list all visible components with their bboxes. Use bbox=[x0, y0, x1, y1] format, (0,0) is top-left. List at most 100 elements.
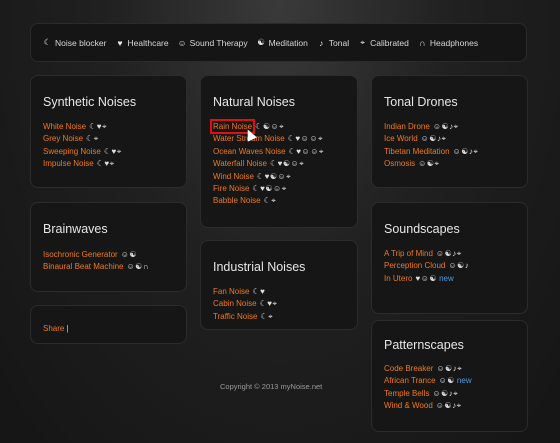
feature-icons: ☾♥☺☺⌖ bbox=[288, 146, 324, 156]
category-tonal[interactable]: ♪ Tonal bbox=[317, 38, 349, 48]
category-icon: ☺ bbox=[177, 37, 187, 48]
noise-link[interactable]: African Trance bbox=[384, 376, 436, 385]
noise-link[interactable]: Grey Noise bbox=[43, 134, 83, 143]
feature-icons: ☾♥☺☺⌖ bbox=[287, 134, 323, 144]
panel-title: Natural Noises bbox=[213, 95, 295, 109]
noise-link[interactable]: Temple Bells bbox=[384, 389, 429, 398]
feature-icons: ☺☯♪⌖ bbox=[436, 364, 463, 373]
patternscapes-list: Code Breaker ☺☯♪⌖ African Trance ☺☯ new Templ… bbox=[384, 363, 472, 413]
list-item: Water Stream Noise ☾♥☺☺⌖ bbox=[213, 133, 324, 145]
new-badge: new bbox=[439, 273, 454, 283]
category-label: Headphones bbox=[429, 37, 479, 48]
noise-link[interactable]: Waterfall Noise bbox=[213, 159, 267, 168]
list-item: Fire Noise ☾♥☯☺⌖ bbox=[213, 183, 324, 195]
list-item: Ocean Waves Noise ☾♥☺☺⌖ bbox=[213, 146, 324, 158]
category-icon: ⌖ bbox=[360, 37, 366, 47]
list-item: A Trip of Mind ☺☯♪⌖ bbox=[384, 248, 469, 260]
panel-title: Soundscapes bbox=[384, 222, 460, 236]
noise-link[interactable]: Impulse Noise bbox=[43, 159, 94, 168]
noise-link[interactable]: Sweeping Noise bbox=[43, 147, 101, 156]
noise-link[interactable]: In Utero bbox=[384, 274, 412, 283]
feature-icons: ☺☯♪⌖ bbox=[435, 401, 462, 411]
list-item: Babble Noise ☾⌖ bbox=[213, 195, 324, 207]
list-item: Fan Noise ☾♥ bbox=[213, 286, 278, 298]
category-calibrated[interactable]: ⌖ Calibrated bbox=[358, 37, 409, 48]
feature-icons: ☺☯ bbox=[120, 250, 138, 259]
list-item: Wind Noise ☾♥☯☺⌖ bbox=[213, 171, 324, 183]
feature-icons: ☺☯♪⌖ bbox=[452, 146, 479, 156]
feature-icons: ☺☯♪⌖ bbox=[435, 249, 462, 258]
soundscapes-panel: Soundscapes A Trip of Mind ☺☯♪⌖ Perception… bbox=[371, 202, 528, 314]
share-row: Share | bbox=[43, 324, 69, 333]
noise-link[interactable]: Babble Noise bbox=[213, 196, 261, 205]
list-item: Sweeping Noise ☾♥⌖ bbox=[43, 146, 122, 158]
noise-link[interactable]: Fire Noise bbox=[213, 184, 249, 193]
feature-icons: ☺☯♪⌖ bbox=[432, 122, 459, 131]
noise-link[interactable]: Cabin Noise bbox=[213, 299, 257, 308]
noise-link[interactable]: Traffic Noise bbox=[213, 312, 257, 321]
feature-icons: ☾♥⌖ bbox=[259, 299, 278, 309]
category-icon: ☯ bbox=[257, 37, 265, 47]
noise-link[interactable]: Tibetan Meditation bbox=[384, 147, 450, 156]
feature-icons: ☺☯♪⌖ bbox=[432, 388, 459, 398]
feature-icons: ☺☯♪ bbox=[448, 261, 470, 271]
list-item: African Trance ☺☯ new bbox=[384, 375, 472, 387]
patternscapes-panel: Patternscapes Code Breaker ☺☯♪⌖ African Tr… bbox=[371, 320, 528, 432]
list-item: Binaural Beat Machine ☺☯∩ bbox=[43, 261, 149, 273]
feature-icons: ☺☯⌖ bbox=[418, 159, 440, 169]
noise-link[interactable]: A Trip of Mind bbox=[384, 249, 433, 258]
noise-link[interactable]: White Noise bbox=[43, 122, 86, 131]
list-item: Wind & Wood ☺☯♪⌖ bbox=[384, 400, 472, 412]
soundscapes-list: A Trip of Mind ☺☯♪⌖ Perception Cloud ☺☯♪ In … bbox=[384, 248, 469, 285]
natural-noises-list: Rain Noise ☾☯☺⌖ Water Stream Noise ☾♥☺☺⌖ Oce… bbox=[209, 119, 324, 208]
feature-icons: ☾♥ bbox=[252, 287, 266, 296]
category-label: Tonal bbox=[328, 37, 350, 48]
list-item: Traffic Noise ☾⌖ bbox=[213, 311, 278, 323]
list-item: Cabin Noise ☾♥⌖ bbox=[213, 298, 278, 310]
feature-icons: ☾⌖ bbox=[260, 311, 274, 321]
feature-icons: ☾♥⌖ bbox=[103, 146, 122, 156]
noise-link[interactable]: Perception Cloud bbox=[384, 261, 445, 270]
feature-icons: ☾♥☯☺⌖ bbox=[269, 159, 305, 169]
share-separator: | bbox=[66, 324, 69, 333]
synthetic-noises-panel: Synthetic Noises White Noise ☾♥⌖ Grey Nois… bbox=[30, 75, 187, 188]
brainwaves-panel: Brainwaves Isochronic Generator ☺☯ Binaura… bbox=[30, 202, 187, 292]
noise-link[interactable]: Fan Noise bbox=[213, 287, 249, 296]
feature-icons: ♥☺☯ bbox=[415, 273, 438, 283]
share-link[interactable]: Share bbox=[43, 324, 64, 333]
list-item: Impulse Noise ☾♥⌖ bbox=[43, 158, 122, 170]
noise-link[interactable]: Binaural Beat Machine bbox=[43, 262, 124, 271]
list-item: Ice World ☺☯♪⌖ bbox=[384, 133, 478, 145]
category-headphones[interactable]: ∩ Headphones bbox=[418, 38, 478, 48]
category-meditation[interactable]: ☯ Meditation bbox=[257, 37, 308, 48]
panel-title: Patternscapes bbox=[384, 338, 464, 352]
noise-link[interactable]: Isochronic Generator bbox=[43, 250, 118, 259]
category-sound-therapy[interactable]: ☺ Sound Therapy bbox=[178, 38, 248, 48]
synthetic-noises-list: White Noise ☾♥⌖ Grey Noise ☾⌖ Sweeping Noise… bbox=[43, 121, 122, 171]
category-icon: ♪ bbox=[319, 37, 324, 48]
list-item: Temple Bells ☺☯♪⌖ bbox=[384, 388, 472, 400]
list-item: Code Breaker ☺☯♪⌖ bbox=[384, 363, 472, 375]
panel-title: Brainwaves bbox=[43, 222, 108, 236]
noise-link[interactable]: Ocean Waves Noise bbox=[213, 147, 286, 156]
panel-title: Industrial Noises bbox=[213, 260, 306, 274]
category-label: Healthcare bbox=[127, 37, 169, 48]
noise-link[interactable]: Wind & Wood bbox=[384, 401, 433, 410]
noise-link[interactable]: Ice World bbox=[384, 134, 418, 143]
feature-icons: ☾⌖ bbox=[86, 134, 99, 144]
panel-title: Tonal Drones bbox=[384, 95, 458, 109]
feature-icons: ☾♥⌖ bbox=[96, 159, 115, 169]
category-icon: ♥ bbox=[117, 37, 123, 48]
panel-title: Synthetic Noises bbox=[43, 95, 137, 109]
noise-link[interactable]: Indian Drone bbox=[384, 122, 430, 131]
natural-noises-panel: Natural Noises Rain Noise ☾☯☺⌖ Water Strea… bbox=[200, 75, 358, 228]
noise-link[interactable]: Wind Noise bbox=[213, 172, 254, 181]
feature-icons: ☾♥⌖ bbox=[89, 122, 108, 131]
category-icon: ∩ bbox=[419, 37, 426, 48]
noise-link[interactable]: Osmosis bbox=[384, 159, 415, 168]
noise-link[interactable]: Code Breaker bbox=[384, 364, 433, 373]
category-label: Calibrated bbox=[370, 37, 409, 48]
category-healthcare[interactable]: ♥ Healthcare bbox=[116, 37, 169, 48]
list-item: Waterfall Noise ☾♥☯☺⌖ bbox=[213, 158, 324, 170]
category-noise-blocker[interactable]: ☾ Noise blocker bbox=[43, 37, 107, 48]
